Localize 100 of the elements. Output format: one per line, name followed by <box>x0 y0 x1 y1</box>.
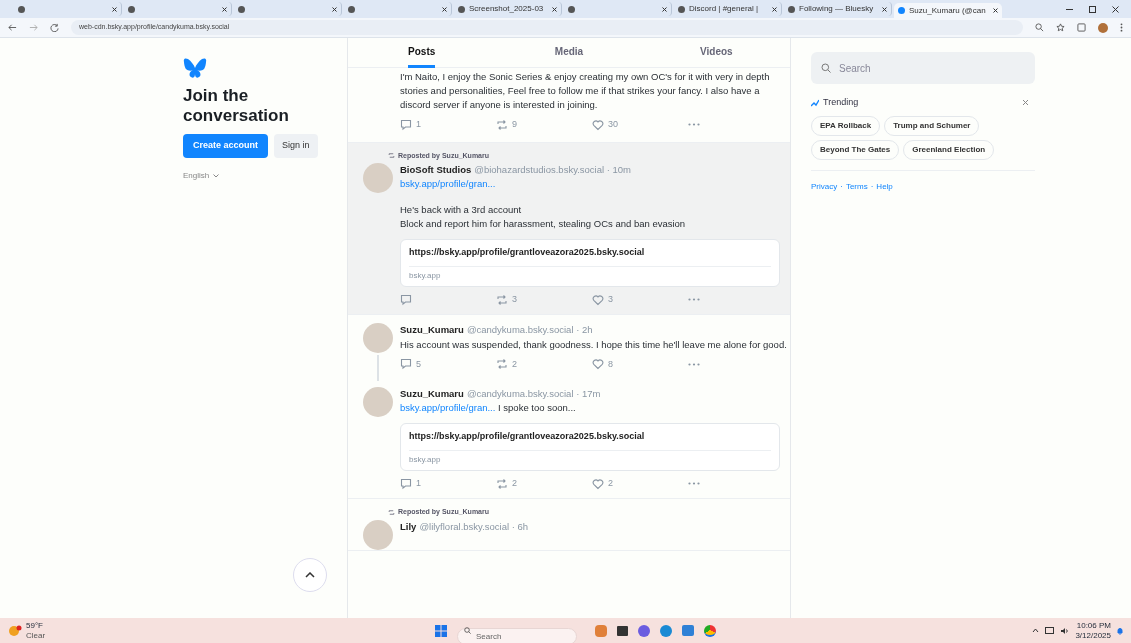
close-icon[interactable] <box>112 6 117 12</box>
repost-button[interactable]: 2 <box>496 357 517 371</box>
author-handle: @biohazardstudios.bsky.social · 10m <box>474 163 632 177</box>
reply-button[interactable] <box>400 293 412 306</box>
trending-title: Trending <box>823 96 859 109</box>
butterfly-logo <box>183 58 207 78</box>
repost-button[interactable]: 2 <box>496 476 517 491</box>
more-options-button[interactable] <box>688 123 700 127</box>
clock-date[interactable]: 3/12/2025 <box>1075 630 1111 641</box>
footer-link[interactable]: Privacy <box>811 180 838 193</box>
language-selector[interactable]: English <box>183 170 331 182</box>
signup-heading: Join the conversation <box>183 86 290 126</box>
clock-time[interactable]: 10:06 PM <box>1076 620 1111 631</box>
close-icon[interactable] <box>882 6 887 12</box>
repost-icon <box>496 477 508 490</box>
favicon-icon <box>898 7 905 14</box>
search-icon <box>464 627 471 634</box>
bell-icon[interactable] <box>1117 626 1123 635</box>
file-explorer-icon[interactable] <box>617 625 628 636</box>
link-card-domain: bsky.app <box>409 269 442 282</box>
close-icon[interactable] <box>1112 5 1119 13</box>
monitor-icon[interactable] <box>1045 626 1055 635</box>
post-text: I'm Naito, I enjoy the Sonic Series & enjoy creating my own OC's for it with very in depth stories and personalities, Feel free to follow me if that strikes your fancy. I also have a discord server if anyone is interested in joining. <box>400 70 771 112</box>
heart-icon <box>592 293 604 306</box>
close-icon[interactable] <box>222 6 227 12</box>
more-options-button[interactable] <box>688 362 700 366</box>
profile-tab[interactable]: Media <box>554 44 584 68</box>
author-name[interactable]: BioSoft Studios <box>400 163 472 178</box>
reply-button[interactable]: 1 <box>400 476 421 491</box>
search-field[interactable]: Search <box>811 52 1035 84</box>
footer-link[interactable]: Help <box>876 180 893 193</box>
separator-dot: · <box>870 180 874 193</box>
browser-tab[interactable]: Suzu_Kumaru (@can <box>894 3 1002 18</box>
post-link[interactable]: bsky.app/profile/gran... <box>400 402 496 414</box>
footer-link[interactable]: Terms <box>845 180 868 193</box>
reload-icon[interactable] <box>50 23 59 32</box>
more-icon <box>688 362 700 366</box>
author-handle: @candykuma.bsky.social · 2h <box>466 323 593 338</box>
browser-tab[interactable]: Following — Bluesky <box>784 2 892 16</box>
author-name[interactable]: Lily <box>400 519 417 534</box>
link-card[interactable]: https://bsky.app/profile/grantloveazora2025.bsky.social bsky.app <box>400 239 780 287</box>
close-icon[interactable] <box>442 6 447 12</box>
edge-icon[interactable] <box>660 624 672 637</box>
like-button[interactable]: 8 <box>592 357 613 371</box>
separator-dot: · <box>840 180 843 193</box>
repost-icon <box>496 118 508 131</box>
close-icon[interactable] <box>993 8 998 13</box>
thread-line <box>377 355 379 381</box>
post-text: He's back with a 3rd account Block and report him for harassment, stealing OCs and ban evasion <box>400 203 687 232</box>
heart-icon <box>592 118 604 131</box>
like-button[interactable]: 2 <box>592 476 613 491</box>
close-icon[interactable] <box>772 6 777 12</box>
reply-button[interactable]: 5 <box>400 357 421 371</box>
create-account-button[interactable]: Create account <box>183 134 269 158</box>
repost-icon <box>496 293 508 306</box>
minimize-icon[interactable] <box>1066 8 1073 10</box>
sign-in-button[interactable]: Sign in <box>274 134 318 158</box>
heart-icon <box>592 358 604 371</box>
post-link[interactable]: bsky.app/profile/gran... <box>400 177 496 192</box>
more-options-button[interactable] <box>688 298 700 301</box>
profile-tab[interactable]: Videos <box>700 44 733 68</box>
profile-avatar[interactable] <box>1098 22 1108 33</box>
reply-icon <box>400 358 412 371</box>
tab-title: Suzu_Kumaru (@can <box>909 4 986 17</box>
chrome-icon[interactable] <box>704 624 716 637</box>
post-text: His account was suspended, thank goodness. I hope this time he'll leave me alone for good. <box>400 337 788 352</box>
sidebar-icon[interactable] <box>1077 23 1086 32</box>
favicon-icon <box>128 5 135 13</box>
close-icon[interactable] <box>552 6 557 12</box>
taskbar-search-field[interactable]: Search <box>457 628 577 643</box>
star-icon[interactable] <box>1056 23 1065 32</box>
more-icon <box>688 123 700 127</box>
favicon-icon <box>568 5 575 13</box>
close-icon[interactable] <box>662 6 667 12</box>
repost-button[interactable]: 9 <box>496 118 517 132</box>
link-card-title: https://bsky.app/profile/grantloveazora2025.bsky.social <box>409 246 771 267</box>
link-card[interactable]: https://bsky.app/profile/grantloveazora2025.bsky.social bsky.app <box>400 423 780 471</box>
maximize-icon[interactable] <box>1089 5 1096 13</box>
post-text: bsky.app/profile/gran... I spoke too soon... <box>400 401 577 416</box>
windows-start-icon[interactable] <box>435 624 447 637</box>
chat-icon[interactable] <box>638 624 650 637</box>
author-name[interactable]: Suzu_Kumaru <box>400 387 464 402</box>
browser-tab[interactable]: Screenshot_2025-03 <box>454 2 562 16</box>
close-icon[interactable] <box>332 6 337 12</box>
chevron-up-icon[interactable] <box>1032 628 1040 633</box>
reply-button[interactable]: 1 <box>400 118 421 132</box>
zoom-icon[interactable] <box>1035 23 1044 32</box>
more-icon <box>688 482 700 485</box>
menu-icon[interactable] <box>1120 23 1123 32</box>
author-name[interactable]: Suzu_Kumaru <box>400 323 464 338</box>
browser-tab[interactable]: Discord | #general | <box>674 2 782 16</box>
like-button[interactable]: 30 <box>592 118 618 132</box>
heart-icon <box>592 477 604 490</box>
back-icon[interactable] <box>8 23 17 32</box>
speaker-icon[interactable] <box>1060 626 1070 635</box>
weather-temperature: 59°F <box>26 620 44 631</box>
more-options-button[interactable] <box>688 482 700 485</box>
search-icon <box>821 63 831 73</box>
weather-icon[interactable] <box>8 624 22 637</box>
repost-icon <box>496 358 508 371</box>
